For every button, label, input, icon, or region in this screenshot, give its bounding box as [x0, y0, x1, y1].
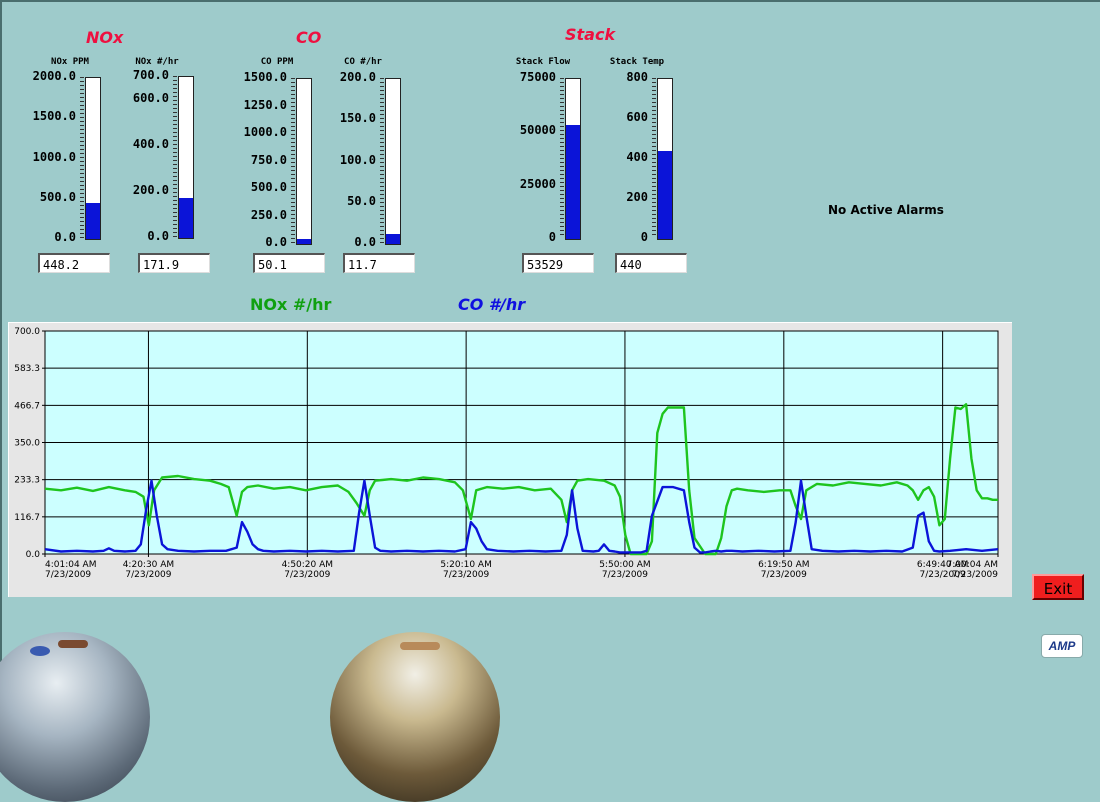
y-tick-label: 700.0 — [14, 327, 40, 337]
co-ppm-bar-fill — [297, 238, 311, 244]
nox-lbhr-bar — [178, 76, 194, 239]
stack-flow-tick-label: 50000 — [519, 123, 556, 138]
stack-temp-readout: 440 — [615, 253, 687, 273]
window-frame-left — [0, 0, 2, 662]
nox-lbhr-tick-label: 700.0 — [132, 68, 169, 82]
nox-ppm-tick-label: 500.0 — [39, 189, 76, 204]
co-ppm-tick-label: 1000.0 — [243, 125, 287, 139]
stack-temp-label: Stack Temp — [609, 57, 665, 67]
y-tick-label: 233.3 — [14, 476, 40, 486]
co-lbhr-bar-fill — [386, 234, 400, 244]
x-tick-date: 7/23/2009 — [602, 570, 648, 580]
stack-flow-bar-fill — [566, 124, 580, 239]
co-ppm-tick-label: 1250.0 — [243, 97, 287, 112]
nox-lbhr-tick-label: 200.0 — [132, 183, 169, 197]
stack-flow-tick-label: 75000 — [519, 70, 556, 84]
y-tick-label: 116.7 — [14, 513, 40, 523]
co-lbhr-tick-label: 50.0 — [347, 193, 376, 208]
x-tick-label: 7:00:04 AM — [947, 560, 998, 570]
x-tick-label: 5:20:10 AM — [440, 560, 491, 570]
x-tick-date: 7/23/2009 — [443, 570, 489, 580]
exit-button[interactable]: Exit — [1032, 574, 1084, 600]
co-ppm-tick-label: 500.0 — [250, 180, 287, 194]
co-ppm-tick-label: 1500.0 — [243, 70, 287, 84]
nox-lbhr-bar-fill — [179, 198, 193, 238]
trend-chart-panel: 700.0 583.3 466.7 350.0 233.3 116.7 0.0 4:01:04… — [8, 322, 1012, 597]
stack-temp-tick-label: 400 — [626, 150, 648, 164]
stack-temp-bar — [657, 78, 673, 240]
legend-co: CO #/hr — [458, 295, 526, 314]
stack-temp-tick-label: 600 — [626, 110, 648, 124]
nox-lbhr-scale — [173, 76, 177, 237]
co-lbhr-bar — [385, 78, 401, 245]
co-ppm-label: CO PPM — [260, 57, 294, 67]
stack-group-title: Stack — [565, 25, 616, 44]
y-tick-label: 583.3 — [14, 364, 40, 374]
stack-temp-bar-fill — [658, 151, 672, 239]
plant-photo-right — [330, 632, 500, 802]
x-tick-date: 7/23/2009 — [761, 570, 807, 580]
stack-temp-tick-label: 800 — [626, 70, 648, 84]
co-group-title: CO — [296, 28, 322, 47]
stack-temp-tick-label: 0 — [640, 230, 648, 244]
nox-group-title: NOx — [86, 28, 124, 47]
nox-lbhr-tick-label: 600.0 — [132, 91, 169, 105]
plant-photo-left — [0, 632, 150, 802]
y-tick-label: 350.0 — [14, 439, 40, 449]
amp-logo: AMP — [1041, 634, 1083, 658]
co-lbhr-readout: 11.7 — [343, 253, 415, 273]
co-ppm-scale — [291, 78, 295, 243]
nox-ppm-bar-fill — [86, 202, 100, 239]
co-ppm-readout: 50.1 — [253, 253, 325, 273]
x-tick-date: 7/23/2009 — [284, 570, 330, 580]
co-lbhr-tick-label: 0.0 — [354, 235, 376, 249]
co-lbhr-tick-label: 200.0 — [339, 70, 376, 84]
stack-temp-tick-label: 200 — [626, 190, 648, 204]
window-frame-top — [0, 0, 1100, 2]
co-lbhr-tick-label: 150.0 — [339, 111, 376, 126]
nox-lbhr-label: NOx #/hr — [135, 57, 179, 67]
x-tick-label: 4:50:20 AM — [282, 560, 333, 570]
nox-lbhr-readout: 171.9 — [138, 253, 210, 273]
x-tick-date: 7/23/2009 — [45, 570, 91, 580]
y-tick-label: 0.0 — [26, 550, 41, 560]
nox-lbhr-tick-label: 0.0 — [147, 229, 169, 243]
nox-ppm-tick-label: 1500.0 — [32, 109, 76, 124]
co-ppm-tick-label: 250.0 — [250, 207, 287, 222]
stack-flow-label: Stack Flow — [515, 57, 571, 67]
stack-temp-scale — [652, 78, 656, 238]
co-ppm-tick-label: 0.0 — [265, 235, 287, 249]
x-tick-label: 4:20:30 AM — [123, 560, 174, 570]
stack-flow-tick-label: 0 — [548, 230, 556, 244]
co-ppm-tick-label: 750.0 — [250, 152, 287, 167]
nox-ppm-label: NOx PPM — [51, 57, 89, 67]
nox-lbhr-tick-label: 400.0 — [132, 137, 169, 151]
co-lbhr-label: CO #/hr — [344, 57, 382, 67]
nox-ppm-readout: 448.2 — [38, 253, 110, 273]
trend-chart: 700.0 583.3 466.7 350.0 233.3 116.7 0.0 4:01:04… — [14, 327, 999, 580]
nox-ppm-tick-label: 2000.0 — [32, 69, 76, 83]
co-ppm-bar — [296, 78, 312, 245]
y-tick-label: 466.7 — [14, 401, 40, 411]
x-tick-date: 7/23/2009 — [952, 570, 998, 580]
alarm-status: No Active Alarms — [828, 203, 944, 217]
nox-ppm-bar — [85, 77, 101, 240]
legend-nox: NOx #/hr — [250, 295, 332, 314]
x-tick-label: 4:01:04 AM — [45, 560, 96, 570]
stack-flow-readout: 53529 — [522, 253, 594, 273]
stack-flow-scale — [560, 78, 564, 238]
nox-ppm-tick-label: 0.0 — [54, 230, 76, 244]
co-lbhr-scale — [380, 78, 384, 243]
nox-ppm-scale — [80, 77, 84, 238]
stack-flow-tick-label: 25000 — [519, 176, 556, 191]
x-tick-label: 5:50:00 AM — [599, 560, 650, 570]
x-tick-date: 7/23/2009 — [125, 570, 171, 580]
co-lbhr-tick-label: 100.0 — [339, 152, 376, 167]
stack-flow-bar — [565, 78, 581, 240]
x-tick-label: 6:19:50 AM — [758, 560, 809, 570]
nox-ppm-tick-label: 1000.0 — [32, 149, 76, 164]
